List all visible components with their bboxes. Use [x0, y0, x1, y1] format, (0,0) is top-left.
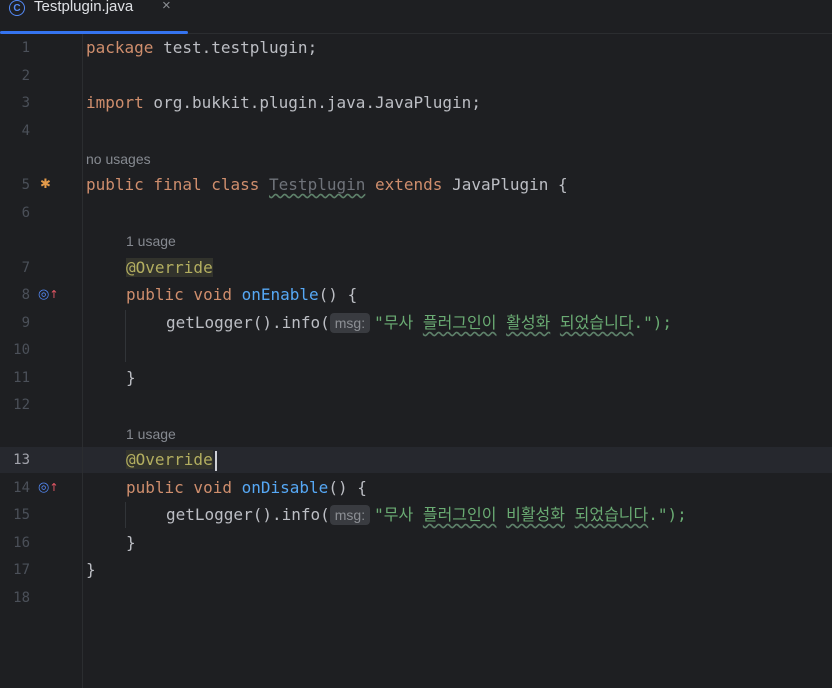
usage-hint[interactable]: no usages [86, 150, 151, 168]
method-signature: () { [328, 478, 367, 497]
code-line-17: } [86, 560, 96, 580]
brace: } [126, 368, 136, 387]
line-number: 7 [21, 260, 30, 276]
line-number: 17 [13, 562, 30, 578]
line-number: 3 [21, 95, 30, 111]
code-line-15: getLogger().info(msg: "무사 플러그인이 비활성화 되었습니… [166, 505, 687, 525]
usage-hint[interactable]: 1 usage [126, 232, 176, 250]
string-word: 무사 [383, 505, 414, 524]
code-line-5: public final class Testplugin extends Ja… [86, 175, 568, 195]
parameter-hint: msg: [329, 505, 371, 525]
code-line-8: public void onEnable() { [126, 285, 357, 305]
indent-guide [125, 310, 126, 362]
brace: } [86, 560, 96, 579]
import-path: org.bukkit.plugin.java.JavaPlugin; [143, 93, 481, 112]
usage-hint[interactable]: 1 usage [126, 425, 176, 443]
string-word: 플러그인이 [422, 313, 497, 332]
keyword: public void [126, 478, 232, 497]
parameter-hint: msg: [329, 313, 371, 333]
code-line-14: public void onDisable() { [126, 478, 367, 498]
line-number: 11 [13, 370, 30, 386]
method-call: getLogger().info( [166, 313, 330, 332]
keyword: import [86, 93, 144, 112]
line-number: 4 [21, 123, 30, 139]
method-name: onEnable [241, 285, 319, 304]
string-word: 비활성화 [506, 505, 565, 524]
brace: } [126, 533, 136, 552]
plugin-bean-icon[interactable]: ✱ [40, 178, 51, 192]
current-line-highlight [0, 447, 832, 473]
string-word: 무사 [383, 313, 414, 332]
string-word: 활성화 [506, 313, 551, 332]
package-name: test.testplugin; [153, 38, 318, 57]
text-caret [215, 451, 217, 471]
code-line-16: } [126, 533, 136, 553]
keyword: public final class [86, 175, 260, 194]
line-number: 6 [21, 205, 30, 221]
method-name: onDisable [241, 478, 329, 497]
superclass: JavaPlugin { [442, 175, 568, 194]
line-number: 5 [21, 177, 30, 193]
method-call: getLogger().info( [166, 505, 330, 524]
code-line-11: } [126, 368, 136, 388]
tab-label: Testplugin.java [34, 0, 134, 15]
code-line-3: import org.bukkit.plugin.java.JavaPlugin… [86, 93, 481, 113]
line-number: 8 [21, 287, 30, 303]
string-quote: " [374, 505, 384, 524]
string-word: 플러그인이 [422, 505, 497, 524]
active-tab-indicator [0, 31, 188, 34]
code-line-13: @Override [126, 450, 213, 470]
line-number: 2 [21, 68, 30, 84]
java-class-icon: C [9, 0, 25, 16]
overrides-method-icon[interactable]: ◎↑ [38, 481, 59, 495]
string-quote: " [374, 313, 384, 332]
code-line-9: getLogger().info(msg: "무사 플러그인이 활성화 되었습니다… [166, 313, 672, 333]
close-icon[interactable]: × [162, 0, 171, 14]
line-number: 1 [21, 40, 30, 56]
annotation: @Override [126, 258, 213, 277]
string-word: 되었습니다 [559, 313, 634, 332]
line-number: 12 [13, 397, 30, 413]
line-number: 18 [13, 590, 30, 606]
keyword: public void [126, 285, 232, 304]
class-name: Testplugin [269, 175, 366, 194]
code-line-1: package test.testplugin; [86, 38, 317, 58]
keyword: package [86, 38, 154, 57]
keyword: extends [375, 175, 443, 194]
line-number: 9 [21, 315, 30, 331]
line-number: 15 [13, 507, 30, 523]
editor-tab-bar: C Testplugin.java × [0, 0, 832, 34]
line-number-active: 13 [13, 452, 30, 468]
annotation: @Override [126, 450, 213, 469]
overrides-method-icon[interactable]: ◎↑ [38, 288, 59, 302]
code-line-7: @Override [126, 258, 213, 278]
line-number: 14 [13, 480, 30, 496]
tab-testplugin-java[interactable]: C Testplugin.java × [0, 0, 188, 34]
indent-guide [125, 502, 126, 528]
gutter-divider [82, 34, 83, 688]
string-word: 되었습니다 [574, 505, 649, 524]
string-end: ."); [633, 313, 673, 332]
method-signature: () { [318, 285, 358, 304]
line-number: 16 [13, 535, 30, 551]
string-end: ."); [648, 505, 687, 524]
line-number: 10 [13, 342, 30, 358]
